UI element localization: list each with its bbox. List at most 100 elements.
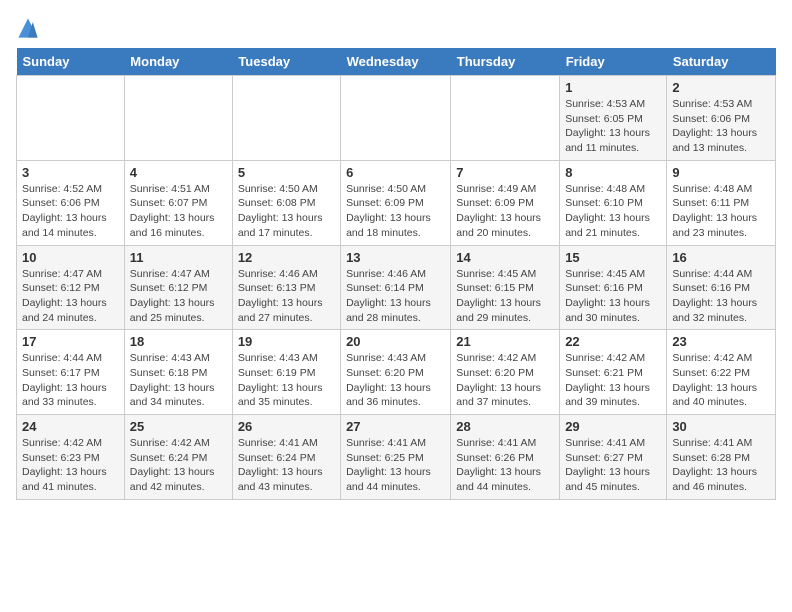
day-info: Sunrise: 4:41 AMSunset: 6:27 PMDaylight:… [565,436,661,495]
day-cell: 10 Sunrise: 4:47 AMSunset: 6:12 PMDayligh… [17,245,125,330]
day-cell: 11 Sunrise: 4:47 AMSunset: 6:12 PMDayligh… [124,245,232,330]
day-cell: 30 Sunrise: 4:41 AMSunset: 6:28 PMDayligh… [667,415,776,500]
day-info: Sunrise: 4:43 AMSunset: 6:18 PMDaylight:… [130,351,227,410]
day-info: Sunrise: 4:50 AMSunset: 6:08 PMDaylight:… [238,182,335,241]
day-number: 8 [565,165,661,180]
day-number: 11 [130,250,227,265]
day-number: 3 [22,165,119,180]
day-cell: 6Sunrise: 4:50 AMSunset: 6:09 PMDaylight… [341,160,451,245]
day-number: 13 [346,250,445,265]
day-info: Sunrise: 4:42 AMSunset: 6:20 PMDaylight:… [456,351,554,410]
day-number: 12 [238,250,335,265]
day-number: 4 [130,165,227,180]
column-header-friday: Friday [560,48,667,76]
day-info: Sunrise: 4:49 AMSunset: 6:09 PMDaylight:… [456,182,554,241]
day-cell: 13Sunrise: 4:46 AMSunset: 6:14 PMDayligh… [341,245,451,330]
week-row-2: 3 Sunrise: 4:52 AMSunset: 6:06 PMDaylight… [17,160,776,245]
day-cell: 27 Sunrise: 4:41 AMSunset: 6:25 PMDayligh… [341,415,451,500]
column-header-tuesday: Tuesday [232,48,340,76]
day-cell: 7 Sunrise: 4:49 AMSunset: 6:09 PMDaylight… [451,160,560,245]
day-cell: 28 Sunrise: 4:41 AMSunset: 6:26 PMDayligh… [451,415,560,500]
day-info: Sunrise: 4:43 AMSunset: 6:20 PMDaylight:… [346,351,445,410]
day-number: 7 [456,165,554,180]
day-info: Sunrise: 4:42 AMSunset: 6:24 PMDaylight:… [130,436,227,495]
day-cell: 1 Sunrise: 4:53 AMSunset: 6:05 PMDaylight… [560,76,667,161]
day-cell: 21 Sunrise: 4:42 AMSunset: 6:20 PMDayligh… [451,330,560,415]
day-number: 25 [130,419,227,434]
day-info: Sunrise: 4:48 AMSunset: 6:10 PMDaylight:… [565,182,661,241]
header-row: SundayMondayTuesdayWednesdayThursdayFrid… [17,48,776,76]
week-row-4: 17Sunrise: 4:44 AMSunset: 6:17 PMDayligh… [17,330,776,415]
day-cell: 15 Sunrise: 4:45 AMSunset: 6:16 PMDayligh… [560,245,667,330]
day-number: 14 [456,250,554,265]
day-number: 24 [22,419,119,434]
day-number: 27 [346,419,445,434]
column-header-wednesday: Wednesday [341,48,451,76]
day-info: Sunrise: 4:52 AMSunset: 6:06 PMDaylight:… [22,182,119,241]
day-info: Sunrise: 4:42 AMSunset: 6:21 PMDaylight:… [565,351,661,410]
day-cell: 20 Sunrise: 4:43 AMSunset: 6:20 PMDayligh… [341,330,451,415]
day-number: 21 [456,334,554,349]
day-cell: 24Sunrise: 4:42 AMSunset: 6:23 PMDayligh… [17,415,125,500]
day-info: Sunrise: 4:41 AMSunset: 6:25 PMDaylight:… [346,436,445,495]
day-cell: 9Sunrise: 4:48 AMSunset: 6:11 PMDaylight… [667,160,776,245]
day-cell: 4 Sunrise: 4:51 AMSunset: 6:07 PMDaylight… [124,160,232,245]
day-number: 19 [238,334,335,349]
day-info: Sunrise: 4:51 AMSunset: 6:07 PMDaylight:… [130,182,227,241]
day-number: 16 [672,250,770,265]
day-cell: 2 Sunrise: 4:53 AMSunset: 6:06 PMDaylight… [667,76,776,161]
logo-icon [16,16,40,40]
day-number: 23 [672,334,770,349]
day-cell: 3 Sunrise: 4:52 AMSunset: 6:06 PMDaylight… [17,160,125,245]
day-info: Sunrise: 4:47 AMSunset: 6:12 PMDaylight:… [22,267,119,326]
day-info: Sunrise: 4:53 AMSunset: 6:05 PMDaylight:… [565,97,661,156]
day-number: 9 [672,165,770,180]
day-cell: 5 Sunrise: 4:50 AMSunset: 6:08 PMDaylight… [232,160,340,245]
week-row-1: 1 Sunrise: 4:53 AMSunset: 6:05 PMDaylight… [17,76,776,161]
day-number: 5 [238,165,335,180]
day-info: Sunrise: 4:45 AMSunset: 6:16 PMDaylight:… [565,267,661,326]
column-header-thursday: Thursday [451,48,560,76]
day-cell: 25 Sunrise: 4:42 AMSunset: 6:24 PMDayligh… [124,415,232,500]
day-number: 10 [22,250,119,265]
column-header-saturday: Saturday [667,48,776,76]
day-number: 26 [238,419,335,434]
day-cell: 19 Sunrise: 4:43 AMSunset: 6:19 PMDayligh… [232,330,340,415]
day-info: Sunrise: 4:44 AMSunset: 6:16 PMDaylight:… [672,267,770,326]
column-header-monday: Monday [124,48,232,76]
day-cell: 22Sunrise: 4:42 AMSunset: 6:21 PMDayligh… [560,330,667,415]
day-number: 28 [456,419,554,434]
page-header [16,16,776,40]
calendar-table: SundayMondayTuesdayWednesdayThursdayFrid… [16,48,776,500]
logo [16,16,44,40]
day-cell: 14Sunrise: 4:45 AMSunset: 6:15 PMDayligh… [451,245,560,330]
day-info: Sunrise: 4:42 AMSunset: 6:22 PMDaylight:… [672,351,770,410]
week-row-5: 24Sunrise: 4:42 AMSunset: 6:23 PMDayligh… [17,415,776,500]
day-info: Sunrise: 4:44 AMSunset: 6:17 PMDaylight:… [22,351,119,410]
day-number: 15 [565,250,661,265]
day-cell [17,76,125,161]
day-number: 29 [565,419,661,434]
column-header-sunday: Sunday [17,48,125,76]
day-number: 6 [346,165,445,180]
day-info: Sunrise: 4:47 AMSunset: 6:12 PMDaylight:… [130,267,227,326]
day-number: 30 [672,419,770,434]
day-info: Sunrise: 4:41 AMSunset: 6:26 PMDaylight:… [456,436,554,495]
week-row-3: 10 Sunrise: 4:47 AMSunset: 6:12 PMDayligh… [17,245,776,330]
day-cell: 16 Sunrise: 4:44 AMSunset: 6:16 PMDayligh… [667,245,776,330]
day-info: Sunrise: 4:53 AMSunset: 6:06 PMDaylight:… [672,97,770,156]
day-number: 2 [672,80,770,95]
day-cell: 18 Sunrise: 4:43 AMSunset: 6:18 PMDayligh… [124,330,232,415]
day-info: Sunrise: 4:46 AMSunset: 6:13 PMDaylight:… [238,267,335,326]
day-info: Sunrise: 4:43 AMSunset: 6:19 PMDaylight:… [238,351,335,410]
day-number: 1 [565,80,661,95]
day-number: 18 [130,334,227,349]
day-info: Sunrise: 4:41 AMSunset: 6:28 PMDaylight:… [672,436,770,495]
day-cell: 26 Sunrise: 4:41 AMSunset: 6:24 PMDayligh… [232,415,340,500]
day-cell: 29 Sunrise: 4:41 AMSunset: 6:27 PMDayligh… [560,415,667,500]
day-number: 20 [346,334,445,349]
day-cell: 8 Sunrise: 4:48 AMSunset: 6:10 PMDaylight… [560,160,667,245]
day-cell [341,76,451,161]
day-info: Sunrise: 4:41 AMSunset: 6:24 PMDaylight:… [238,436,335,495]
day-cell: 23 Sunrise: 4:42 AMSunset: 6:22 PMDayligh… [667,330,776,415]
